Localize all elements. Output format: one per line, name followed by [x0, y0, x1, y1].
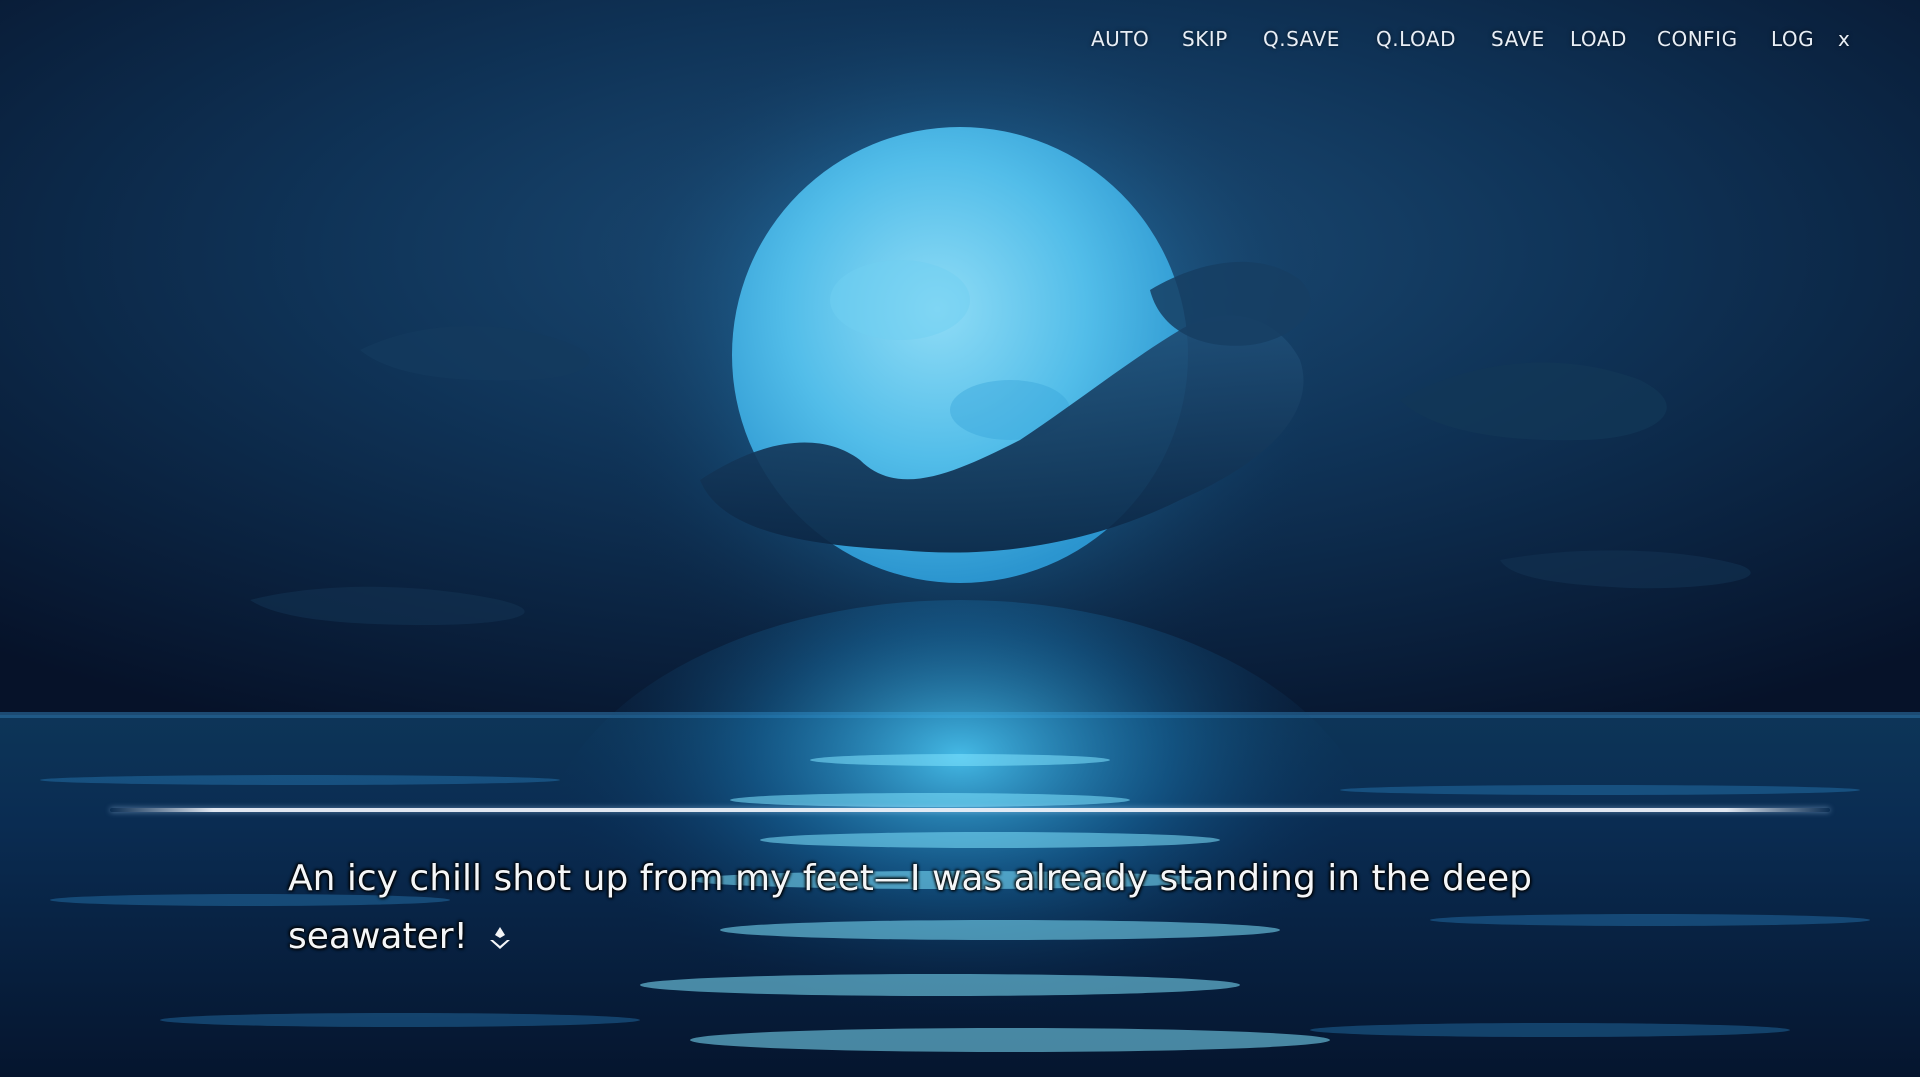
quick-load-button[interactable]: Q.LOAD [1376, 22, 1456, 56]
save-button[interactable]: SAVE [1491, 22, 1545, 56]
config-button[interactable]: CONFIG [1657, 22, 1738, 56]
diamond-arrow-advance-icon[interactable] [485, 923, 515, 953]
dialogue-divider [110, 808, 1830, 812]
log-button[interactable]: LOG [1771, 22, 1814, 56]
quick-menu-bar: AUTO SKIP Q.SAVE Q.LOAD SAVE LOAD CONFIG… [0, 22, 1920, 56]
auto-button[interactable]: AUTO [1091, 22, 1149, 56]
close-menu-button[interactable]: x [1838, 22, 1850, 56]
skip-button[interactable]: SKIP [1182, 22, 1228, 56]
quick-save-button[interactable]: Q.SAVE [1263, 22, 1340, 56]
dialogue-text-container: An icy chill shot up from my feet—I was … [288, 850, 1608, 966]
load-button[interactable]: LOAD [1570, 22, 1627, 56]
dialogue-box[interactable]: An icy chill shot up from my feet—I was … [288, 850, 1608, 970]
dialogue-text: An icy chill shot up from my feet—I was … [288, 858, 1533, 957]
game-scene[interactable]: AUTO SKIP Q.SAVE Q.LOAD SAVE LOAD CONFIG… [0, 0, 1920, 1077]
